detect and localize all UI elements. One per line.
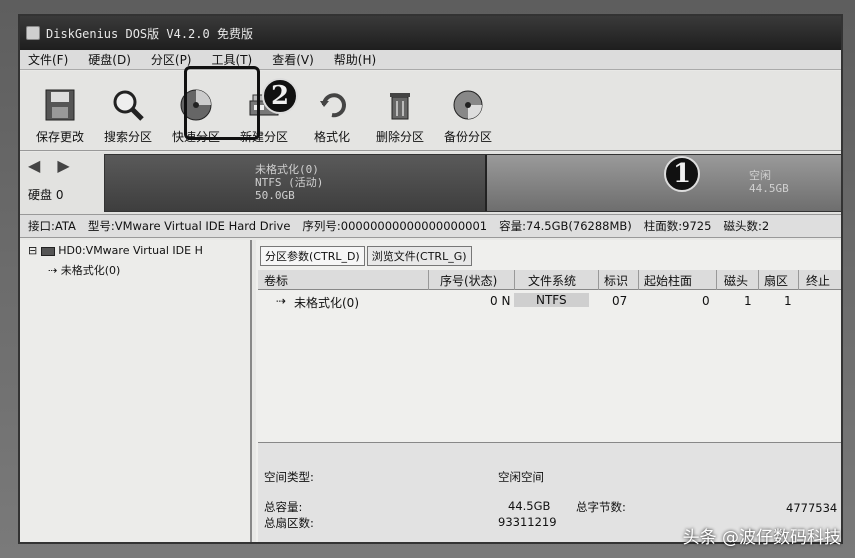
heads-info: 磁头数:2 (723, 219, 770, 233)
title-bar: DiskGenius DOS版 V4.2.0 免费版 (20, 16, 841, 50)
new-partition-label: 新建分区 (239, 130, 288, 144)
row-sector: 1 (784, 294, 792, 308)
toolbar: 保存更改 搜索分区 快速分区 新建分区 格式化 删除分区 备份分区 (20, 71, 841, 151)
row-filesystem: NTFS (514, 293, 589, 307)
window-title: DiskGenius DOS版 V4.2.0 免费版 (46, 26, 253, 41)
magnifier-icon (113, 90, 144, 121)
step-1-callout: 1 (664, 156, 700, 192)
row-volume-label: 未格式化(0) (294, 296, 359, 310)
trash-icon (390, 93, 410, 120)
partition-icon: ⇢ (48, 264, 58, 277)
col-id[interactable]: 标识 (604, 272, 628, 289)
format-label: 格式化 (313, 130, 350, 144)
save-icon (45, 89, 75, 121)
detail-tabs: 分区参数(CTRL_D) 浏览文件(CTRL_G) (260, 246, 472, 266)
disk-info-bar: 接口:ATA 型号:VMware Virtual IDE Hard Drive … (20, 214, 841, 238)
backup-partition-label: 备份分区 (443, 130, 492, 144)
total-bytes-label: 总字节数: (576, 500, 626, 514)
unformatted-seg-fs: NTFS (活动) (255, 176, 324, 189)
save-changes-label: 保存更改 (35, 130, 84, 144)
free-seg-name: 空闲 (749, 169, 771, 182)
tree-item-disk[interactable]: ⊟ HD0:VMware Virtual IDE H (28, 244, 203, 257)
quick-partition-label: 快速分区 (171, 130, 220, 144)
app-window: DiskGenius DOS版 V4.2.0 免费版 文件(F) 硬盘(D) 分… (18, 14, 843, 544)
save-changes-button[interactable]: 保存更改 (30, 87, 90, 145)
table-row[interactable]: ⇢ 未格式化(0) 0 N NTFS 07 0 1 1 (258, 292, 841, 310)
tree-partition-label: 未格式化(0) (60, 264, 121, 277)
menu-help[interactable]: 帮助(H) (334, 51, 376, 68)
tab-partition-params[interactable]: 分区参数(CTRL_D) (260, 246, 365, 266)
tab-browse-files[interactable]: 浏览文件(CTRL_G) (366, 246, 472, 266)
total-sectors-value: 93311219 (498, 515, 557, 529)
tree-disk-label: HD0:VMware Virtual IDE H (58, 244, 203, 257)
interface-info: 接口:ATA (28, 219, 76, 233)
partition-table-header: 卷标 序号(状态) 文件系统 标识 起始柱面 磁头 扇区 终止 (258, 270, 841, 290)
row-index-status: 0 N (490, 294, 511, 308)
backup-partition-button[interactable]: 备份分区 (438, 87, 498, 145)
col-head[interactable]: 磁头 (724, 272, 748, 289)
total-capacity-label: 总容量: (264, 500, 303, 514)
disk-nav-arrows[interactable]: ◀ ▶ (28, 156, 76, 175)
row-head: 1 (744, 294, 752, 308)
delete-partition-button[interactable]: 删除分区 (370, 87, 430, 145)
search-partition-button[interactable]: 搜索分区 (98, 87, 158, 145)
serial-info: 序列号:00000000000000000001 (302, 219, 488, 233)
free-space-segment[interactable]: 空闲 44.5GB (485, 155, 841, 211)
tree-item-partition[interactable]: ⇢ 未格式化(0) (48, 262, 120, 278)
model-info: 型号:VMware Virtual IDE Hard Drive (87, 219, 291, 233)
backup-icon (453, 90, 483, 120)
total-capacity-value: 44.5GB (508, 499, 551, 513)
watermark: 头条 @波仔数码科技 (682, 528, 841, 548)
col-filesystem[interactable]: 文件系统 (528, 272, 576, 289)
step-2-callout: 2 (262, 78, 298, 114)
disk-map: ◀ ▶ 硬盘 0 未格式化(0) NTFS (活动) 50.0GB 空闲 44.… (20, 152, 841, 214)
disk-tree-pane: ⊟ HD0:VMware Virtual IDE H ⇢ 未格式化(0) (20, 240, 252, 542)
menu-disk[interactable]: 硬盘(D) (88, 51, 131, 68)
unformatted-seg-size: 50.0GB (255, 189, 295, 202)
col-end[interactable]: 终止 (806, 272, 830, 289)
disk-pie-icon (180, 89, 212, 121)
menu-view[interactable]: 查看(V) (272, 51, 314, 68)
quick-partition-button[interactable]: 快速分区 (166, 87, 226, 145)
col-start-cylinder[interactable]: 起始柱面 (644, 272, 692, 289)
capacity-info: 容量:74.5GB(76288MB) (499, 219, 632, 233)
col-volume-label[interactable]: 卷标 (264, 272, 288, 289)
format-icon (320, 93, 346, 118)
disk-label: 硬盘 0 (28, 188, 64, 202)
unformatted-seg-name: 未格式化(0) (255, 163, 319, 176)
total-bytes-value: 4777534 (786, 501, 838, 515)
col-index-status[interactable]: 序号(状态) (440, 272, 497, 289)
unformatted-partition-segment[interactable]: 未格式化(0) NTFS (活动) 50.0GB (105, 155, 485, 211)
menu-bar: 文件(F) 硬盘(D) 分区(P) 工具(T) 查看(V) 帮助(H) (20, 50, 841, 70)
collapse-icon[interactable]: ⊟ (28, 244, 37, 257)
disk-bar: 未格式化(0) NTFS (活动) 50.0GB 空闲 44.5GB (104, 154, 841, 212)
menu-partition[interactable]: 分区(P) (151, 51, 192, 68)
format-button[interactable]: 格式化 (302, 87, 362, 145)
menu-file[interactable]: 文件(F) (28, 51, 68, 68)
hard-disk-icon (40, 246, 55, 256)
space-type-label: 空间类型: (264, 470, 314, 484)
menu-tools[interactable]: 工具(T) (212, 51, 253, 68)
total-sectors-label: 总扇区数: (264, 516, 314, 530)
row-start-cylinder: 0 (702, 294, 710, 308)
search-partition-label: 搜索分区 (103, 130, 152, 144)
free-seg-size: 44.5GB (749, 182, 789, 195)
row-id: 07 (612, 294, 628, 308)
delete-partition-label: 删除分区 (375, 130, 424, 144)
partition-detail-pane: 分区参数(CTRL_D) 浏览文件(CTRL_G) 卷标 序号(状态) 文件系统… (256, 240, 841, 542)
app-icon (26, 26, 40, 40)
row-partition-icon: ⇢ (276, 294, 287, 308)
space-type-value: 空闲空间 (498, 470, 544, 484)
col-sector[interactable]: 扇区 (764, 272, 788, 289)
cylinders-info: 柱面数:9725 (643, 219, 712, 233)
